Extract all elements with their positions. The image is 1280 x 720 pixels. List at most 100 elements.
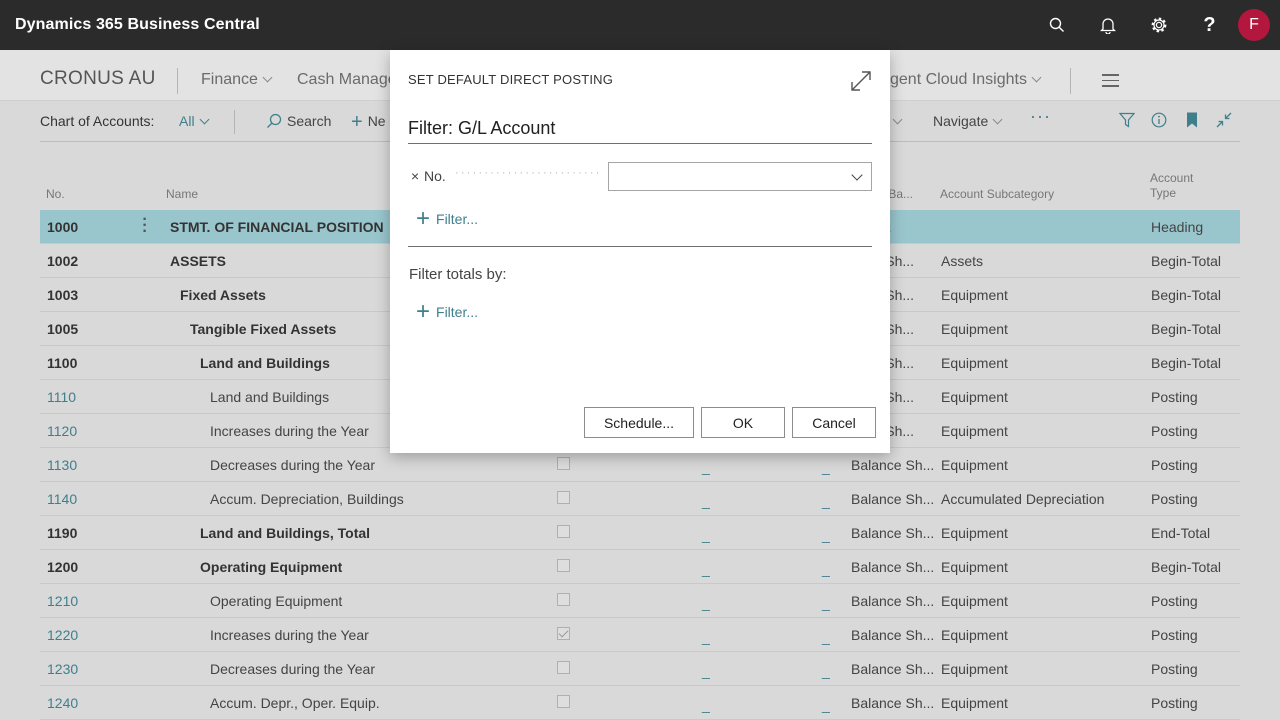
account-no[interactable]: 1120 (47, 423, 77, 439)
empty-amount-link[interactable]: _ (702, 493, 710, 509)
account-no[interactable]: 1002 (47, 253, 78, 269)
empty-amount-link[interactable]: _ (702, 697, 710, 713)
chevron-down-icon[interactable] (892, 113, 903, 129)
navigate-menu[interactable]: Navigate (933, 113, 1003, 129)
schedule-button[interactable]: Schedule... (584, 407, 694, 438)
column-header-account-subcategory[interactable]: Account Subcategory (940, 187, 1054, 202)
direct-posting-checkbox[interactable] (557, 559, 570, 572)
table-row[interactable]: 1230 Decreases during the Year _ _ Balance S… (40, 652, 1240, 686)
account-no[interactable]: 1003 (47, 287, 78, 303)
table-row[interactable]: 1210 Operating Equipment _ _ Balance Sh... Eq… (40, 584, 1240, 618)
help-icon[interactable]: ? (1184, 0, 1235, 50)
empty-amount-link[interactable]: _ (822, 527, 830, 543)
no-filter-field[interactable] (608, 162, 872, 191)
add-filter-label: Filter... (436, 211, 479, 227)
nav-item-cash-management[interactable]: Cash Manage (297, 71, 397, 89)
account-no[interactable]: 1140 (47, 491, 77, 507)
table-row[interactable]: 1240 Accum. Depr., Oper. Equip. _ _ Balance … (40, 686, 1240, 720)
chevron-down-icon (992, 114, 1003, 125)
empty-amount-link[interactable]: _ (822, 459, 830, 475)
empty-amount-link[interactable]: _ (702, 629, 710, 645)
ok-button[interactable]: OK (701, 407, 785, 438)
chevron-down-icon (199, 114, 210, 125)
direct-posting-checkbox[interactable] (557, 525, 570, 538)
action-divider (234, 110, 235, 134)
dialog-title: SET DEFAULT DIRECT POSTING (408, 72, 614, 87)
more-options-icon[interactable]: ··· (1030, 106, 1051, 127)
new-button[interactable]: + Ne (351, 112, 386, 132)
direct-posting-checkbox[interactable] (557, 695, 570, 708)
remove-filter-icon[interactable]: × (411, 168, 419, 184)
column-header-line: Type (1150, 186, 1177, 200)
view-filter-dropdown[interactable]: All (179, 113, 210, 129)
column-header-no[interactable]: No. (46, 187, 65, 202)
app-title[interactable]: Dynamics 365 Business Central (15, 16, 260, 34)
expand-icon[interactable] (850, 70, 872, 97)
table-row[interactable]: 1140 Accum. Depreciation, Buildings _ _ Bala… (40, 482, 1240, 516)
table-row[interactable]: 1200 Operating Equipment _ _ Balance Sh... Eq… (40, 550, 1240, 584)
empty-amount-link[interactable]: _ (702, 595, 710, 611)
table-row[interactable]: 1190 Land and Buildings, Total _ _ Balance S… (40, 516, 1240, 550)
account-name: Land and Buildings (200, 355, 330, 371)
empty-amount-link[interactable]: _ (822, 663, 830, 679)
search-button[interactable]: Search (266, 113, 331, 129)
direct-posting-checkbox[interactable] (557, 593, 570, 606)
account-no[interactable]: 1200 (47, 559, 78, 575)
chevron-down-icon (851, 169, 863, 181)
empty-amount-link[interactable]: _ (822, 697, 830, 713)
collapse-icon[interactable] (1216, 112, 1232, 131)
company-name[interactable]: CRONUS AU (40, 68, 156, 90)
income-balance: Balance Sh... (851, 525, 935, 541)
hamburger-menu-icon[interactable] (1102, 74, 1119, 91)
direct-posting-checkbox[interactable] (557, 457, 570, 470)
empty-amount-link[interactable]: _ (822, 561, 830, 577)
gear-icon[interactable] (1133, 0, 1184, 50)
cancel-button[interactable]: Cancel (792, 407, 876, 438)
bell-icon[interactable] (1082, 0, 1133, 50)
account-subcategory: Equipment (941, 627, 1008, 643)
info-icon[interactable] (1151, 112, 1167, 131)
search-icon[interactable] (1031, 0, 1082, 50)
nav-item-finance[interactable]: Finance (201, 71, 273, 89)
bookmark-icon[interactable] (1186, 112, 1198, 131)
column-header-name[interactable]: Name (166, 187, 198, 202)
account-no[interactable]: 1220 (47, 627, 78, 643)
account-no[interactable]: 1000 (47, 219, 78, 235)
account-no[interactable]: 1230 (47, 661, 78, 677)
direct-posting-checkbox[interactable] (557, 491, 570, 504)
add-filter-button[interactable]: + Filter... (416, 207, 479, 231)
account-subcategory: Accumulated Depreciation (941, 491, 1105, 507)
empty-amount-link[interactable]: _ (822, 493, 830, 509)
empty-amount-link[interactable]: _ (702, 527, 710, 543)
nav-item-label: Finance (201, 71, 258, 88)
empty-amount-link[interactable]: _ (702, 459, 710, 475)
account-no[interactable]: 1240 (47, 695, 78, 711)
empty-amount-link[interactable]: _ (822, 629, 830, 645)
add-totals-filter-button[interactable]: + Filter... (416, 300, 478, 324)
account-no[interactable]: 1190 (47, 525, 77, 541)
top-icons: ? F (1031, 0, 1270, 50)
account-no[interactable]: 1100 (47, 355, 77, 371)
empty-amount-link[interactable]: _ (702, 663, 710, 679)
direct-posting-checkbox[interactable] (557, 627, 570, 640)
table-row[interactable]: 1220 Increases during the Year _ _ Balance S… (40, 618, 1240, 652)
table-row[interactable]: 1130 Decreases during the Year _ _ Balance S… (40, 448, 1240, 482)
account-no[interactable]: 1130 (47, 457, 77, 473)
account-no[interactable]: 1005 (47, 321, 78, 337)
filter-icon[interactable] (1118, 112, 1136, 131)
account-subcategory: Equipment (941, 661, 1008, 677)
empty-amount-link[interactable]: _ (702, 561, 710, 577)
direct-posting-checkbox[interactable] (557, 661, 570, 674)
column-header-account-type[interactable]: Account Type (1150, 171, 1193, 201)
nav-item-label: gent Cloud Insights (890, 71, 1027, 88)
account-no[interactable]: 1210 (47, 593, 78, 609)
empty-amount-link[interactable]: _ (822, 595, 830, 611)
account-subcategory: Equipment (941, 321, 1008, 337)
income-balance: Balance Sh... (851, 627, 935, 643)
account-subcategory: Equipment (941, 593, 1008, 609)
account-no[interactable]: 1110 (47, 389, 76, 405)
nav-item-intelligent-cloud-insights[interactable]: gent Cloud Insights (890, 71, 1042, 89)
account-type: Posting (1151, 593, 1198, 609)
avatar[interactable]: F (1238, 9, 1270, 41)
row-actions-icon[interactable]: · · · (140, 212, 150, 240)
